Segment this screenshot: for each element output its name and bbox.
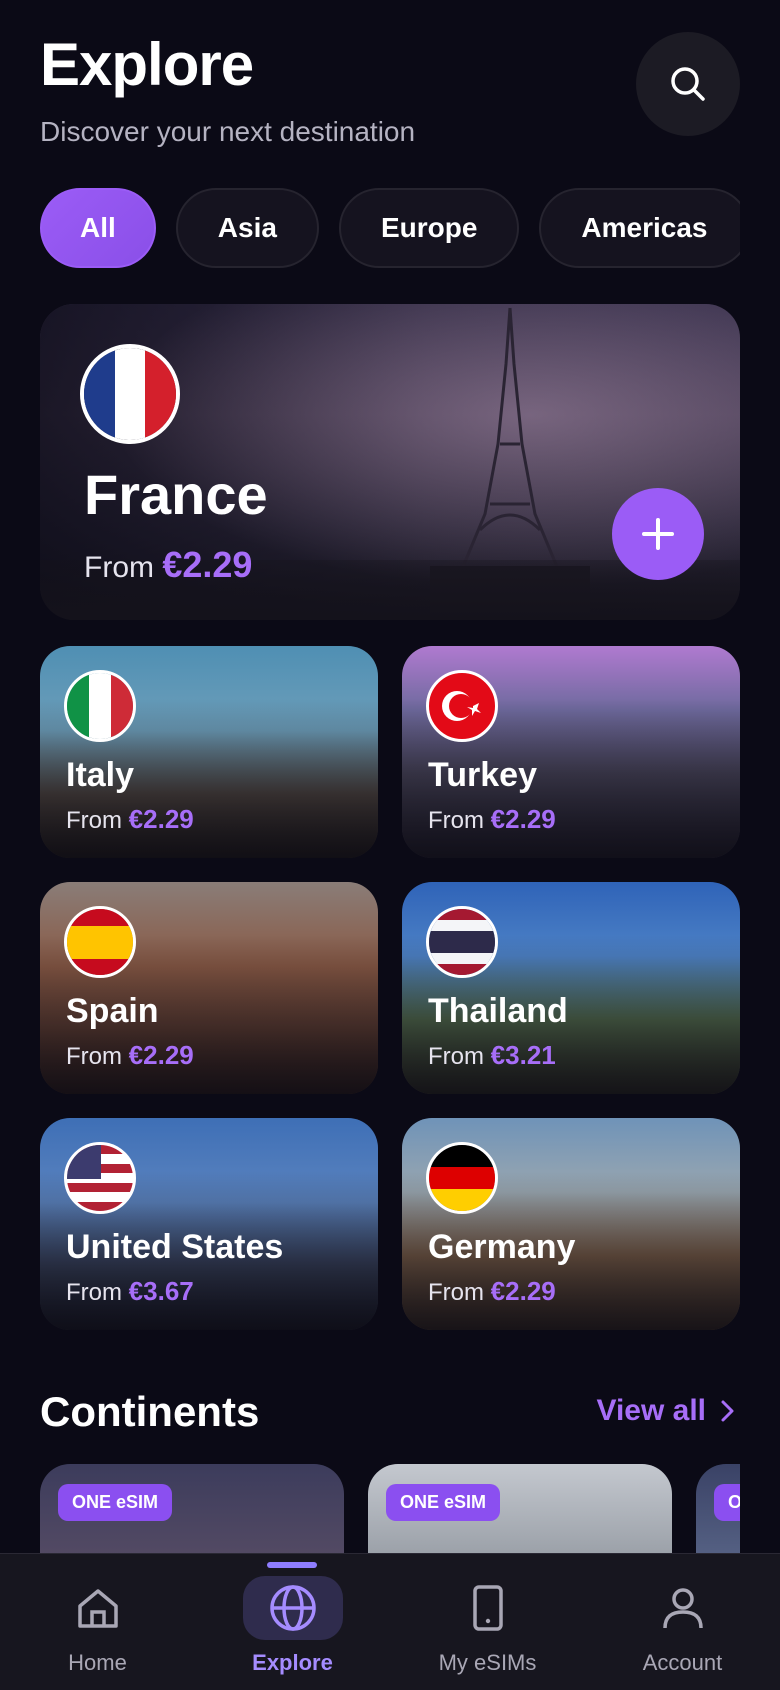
france-flag-icon xyxy=(80,344,180,444)
continents-carousel: ONE eSIM ONE eSIM O xyxy=(40,1464,740,1554)
region-filters: All Asia Europe Americas xyxy=(40,188,740,268)
price-amount: €2.29 xyxy=(162,544,253,585)
destination-card-italy[interactable]: Italy From €2.29 xyxy=(40,646,378,858)
destination-price: From €2.29 xyxy=(428,1276,556,1306)
view-all-label: View all xyxy=(596,1394,706,1427)
nav-label: Home xyxy=(68,1650,127,1675)
usa-flag-icon xyxy=(64,1142,136,1214)
destination-price: From €2.29 xyxy=(428,804,556,834)
search-icon xyxy=(671,67,705,101)
nav-label: Account xyxy=(642,1650,723,1675)
home-icon xyxy=(77,1589,118,1628)
nav-home[interactable]: Home xyxy=(0,1554,195,1690)
destination-name: Germany xyxy=(428,1228,576,1266)
add-button[interactable] xyxy=(612,488,704,580)
continent-card[interactable]: ONE eSIM xyxy=(40,1464,344,1554)
active-indicator xyxy=(267,1562,317,1568)
destination-name: Thailand xyxy=(428,992,568,1030)
globe-icon xyxy=(269,1585,316,1631)
page-title: Explore xyxy=(40,31,254,98)
filter-chip-asia[interactable]: Asia xyxy=(175,188,319,268)
nav-my-esims[interactable]: My eSIMs xyxy=(390,1554,585,1690)
continent-card[interactable]: ONE eSIM xyxy=(368,1464,672,1554)
italy-flag-icon xyxy=(64,670,136,742)
destination-card-turkey[interactable]: Turkey From €2.29 xyxy=(402,646,740,858)
spain-flag-icon xyxy=(64,906,136,978)
featured-price: From €2.29 xyxy=(84,544,252,586)
destination-price: From €3.21 xyxy=(428,1040,556,1070)
destination-price: From €3.67 xyxy=(66,1276,194,1306)
filter-chip-all[interactable]: All xyxy=(40,188,156,268)
destination-name: United States xyxy=(66,1228,284,1266)
nav-label: My eSIMs xyxy=(438,1650,537,1675)
phone-icon xyxy=(472,1585,503,1631)
thailand-flag-icon xyxy=(426,906,498,978)
destination-card-thailand[interactable]: Thailand From €3.21 xyxy=(402,882,740,1094)
continent-card[interactable]: O xyxy=(696,1464,740,1554)
featured-name: France xyxy=(84,463,268,526)
destination-name: Turkey xyxy=(428,756,537,794)
chevron-right-icon xyxy=(721,1400,734,1422)
header: Explore Discover your next destination xyxy=(40,30,740,150)
continents-title: Continents xyxy=(40,1388,260,1435)
destination-name: Italy xyxy=(66,756,135,794)
one-esim-badge: ONE eSIM xyxy=(386,1484,501,1521)
filter-chip-americas[interactable]: Americas xyxy=(539,188,740,268)
nav-explore[interactable]: Explore xyxy=(195,1554,390,1690)
from-label: From xyxy=(84,551,154,584)
filter-chip-europe[interactable]: Europe xyxy=(338,188,520,268)
turkey-flag-icon xyxy=(426,670,498,742)
destination-name: Spain xyxy=(66,992,159,1030)
nav-account[interactable]: Account xyxy=(585,1554,780,1690)
plus-icon xyxy=(642,518,674,550)
destination-price: From €2.29 xyxy=(66,804,194,834)
featured-destination-card[interactable]: France From €2.29 xyxy=(40,304,740,620)
search-button[interactable] xyxy=(636,32,740,136)
germany-flag-icon xyxy=(426,1142,498,1214)
one-esim-badge: ONE eSIM xyxy=(58,1484,173,1521)
destination-card-united-states[interactable]: United States From €3.67 xyxy=(40,1118,378,1330)
bottom-navigation: Home Explore My eSIMs Account xyxy=(0,1553,780,1690)
person-icon xyxy=(662,1588,703,1629)
view-all-link[interactable]: View all xyxy=(596,1394,736,1428)
destination-card-germany[interactable]: Germany From €2.29 xyxy=(402,1118,740,1330)
destination-card-spain[interactable]: Spain From €2.29 xyxy=(40,882,378,1094)
nav-label: Explore xyxy=(252,1650,333,1675)
page-subtitle: Discover your next destination xyxy=(40,116,416,147)
one-esim-badge: O xyxy=(714,1484,740,1521)
destination-price: From €2.29 xyxy=(66,1040,194,1070)
